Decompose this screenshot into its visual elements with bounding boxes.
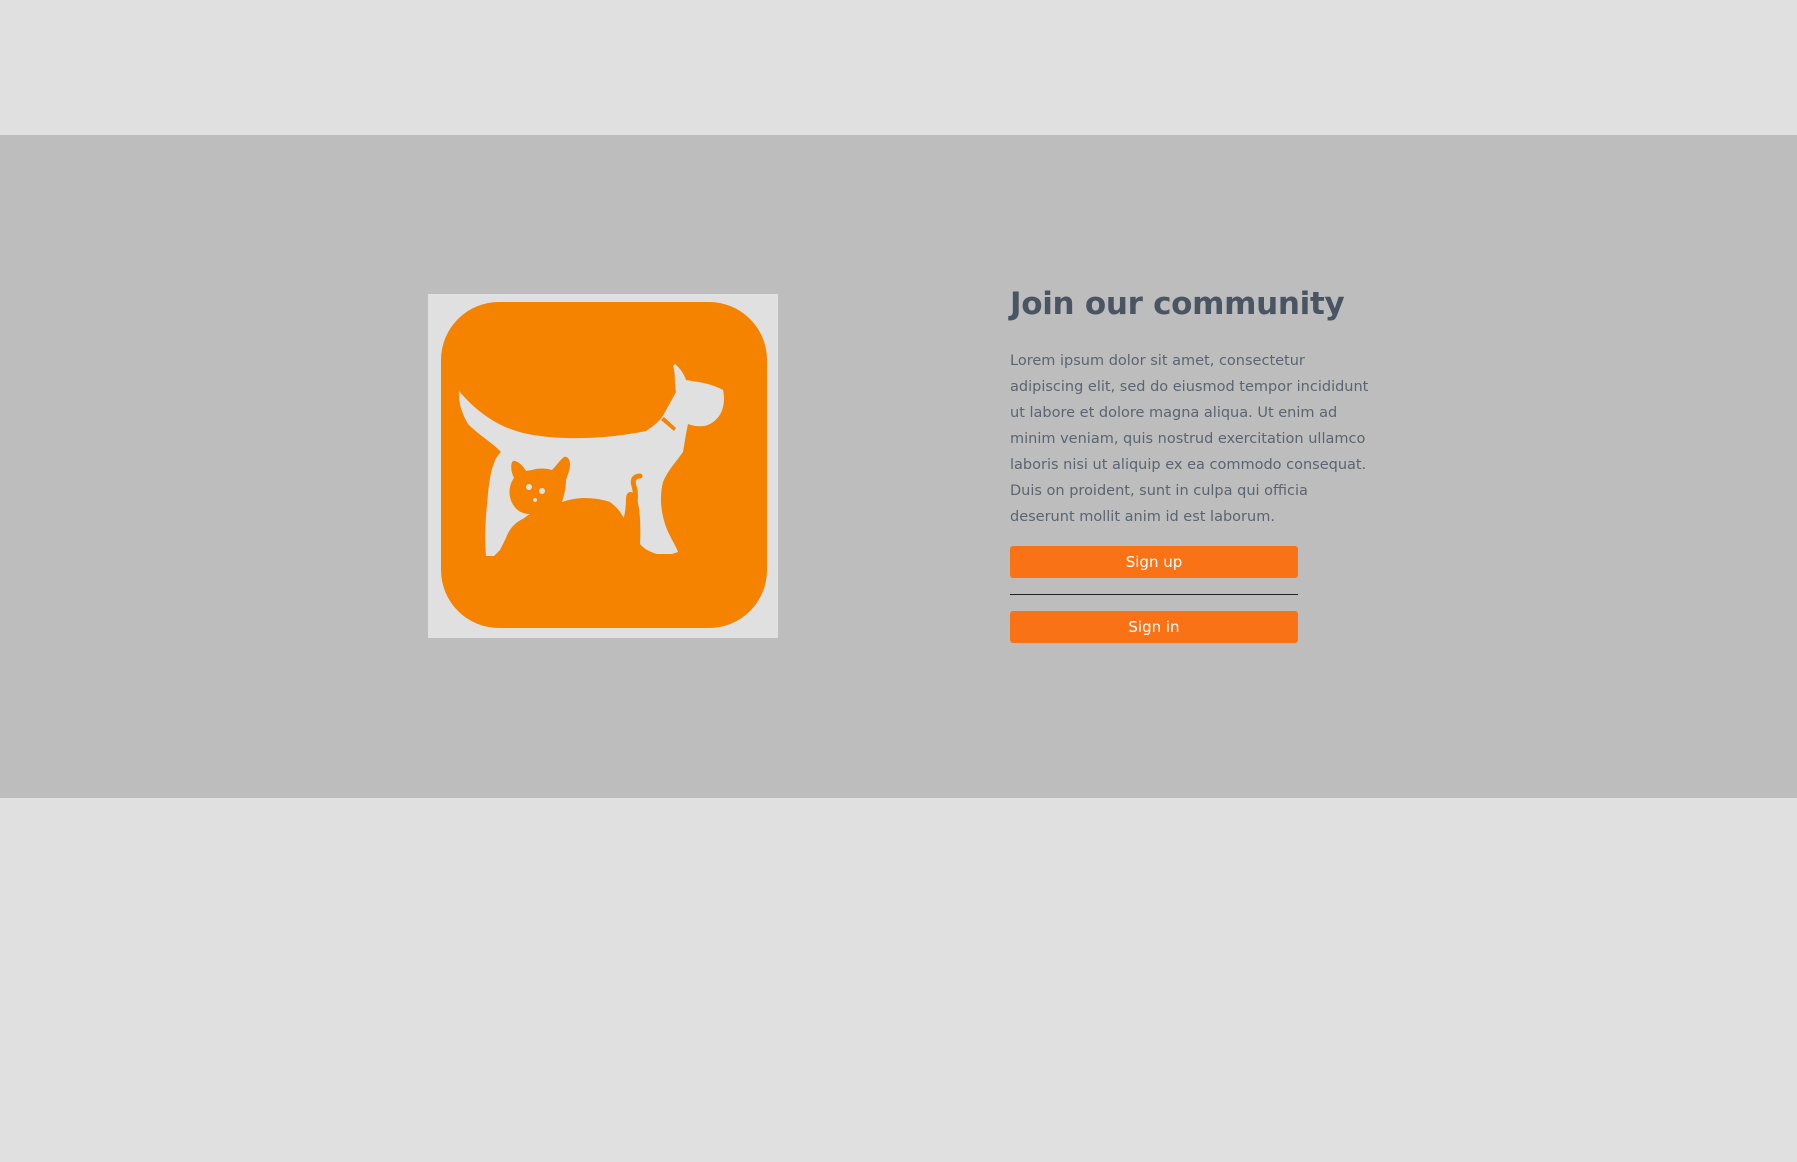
sign-up-button[interactable]: Sign up bbox=[1010, 546, 1298, 578]
pet-dog-cat-logo-icon bbox=[428, 294, 778, 638]
description-text: Lorem ipsum dolor sit amet, consectetur … bbox=[1010, 353, 1369, 525]
bottom-band bbox=[0, 798, 1797, 1162]
join-panel: Join our community Lorem ipsum dolor sit… bbox=[1010, 280, 1375, 643]
hero-section bbox=[0, 135, 1797, 798]
logo-image bbox=[428, 294, 778, 638]
page-title: Join our community bbox=[1010, 286, 1345, 322]
divider bbox=[1010, 594, 1298, 595]
page: Join our community Lorem ipsum dolor sit… bbox=[0, 0, 1797, 1162]
top-band bbox=[0, 0, 1797, 135]
sign-in-button[interactable]: Sign in bbox=[1010, 611, 1298, 643]
